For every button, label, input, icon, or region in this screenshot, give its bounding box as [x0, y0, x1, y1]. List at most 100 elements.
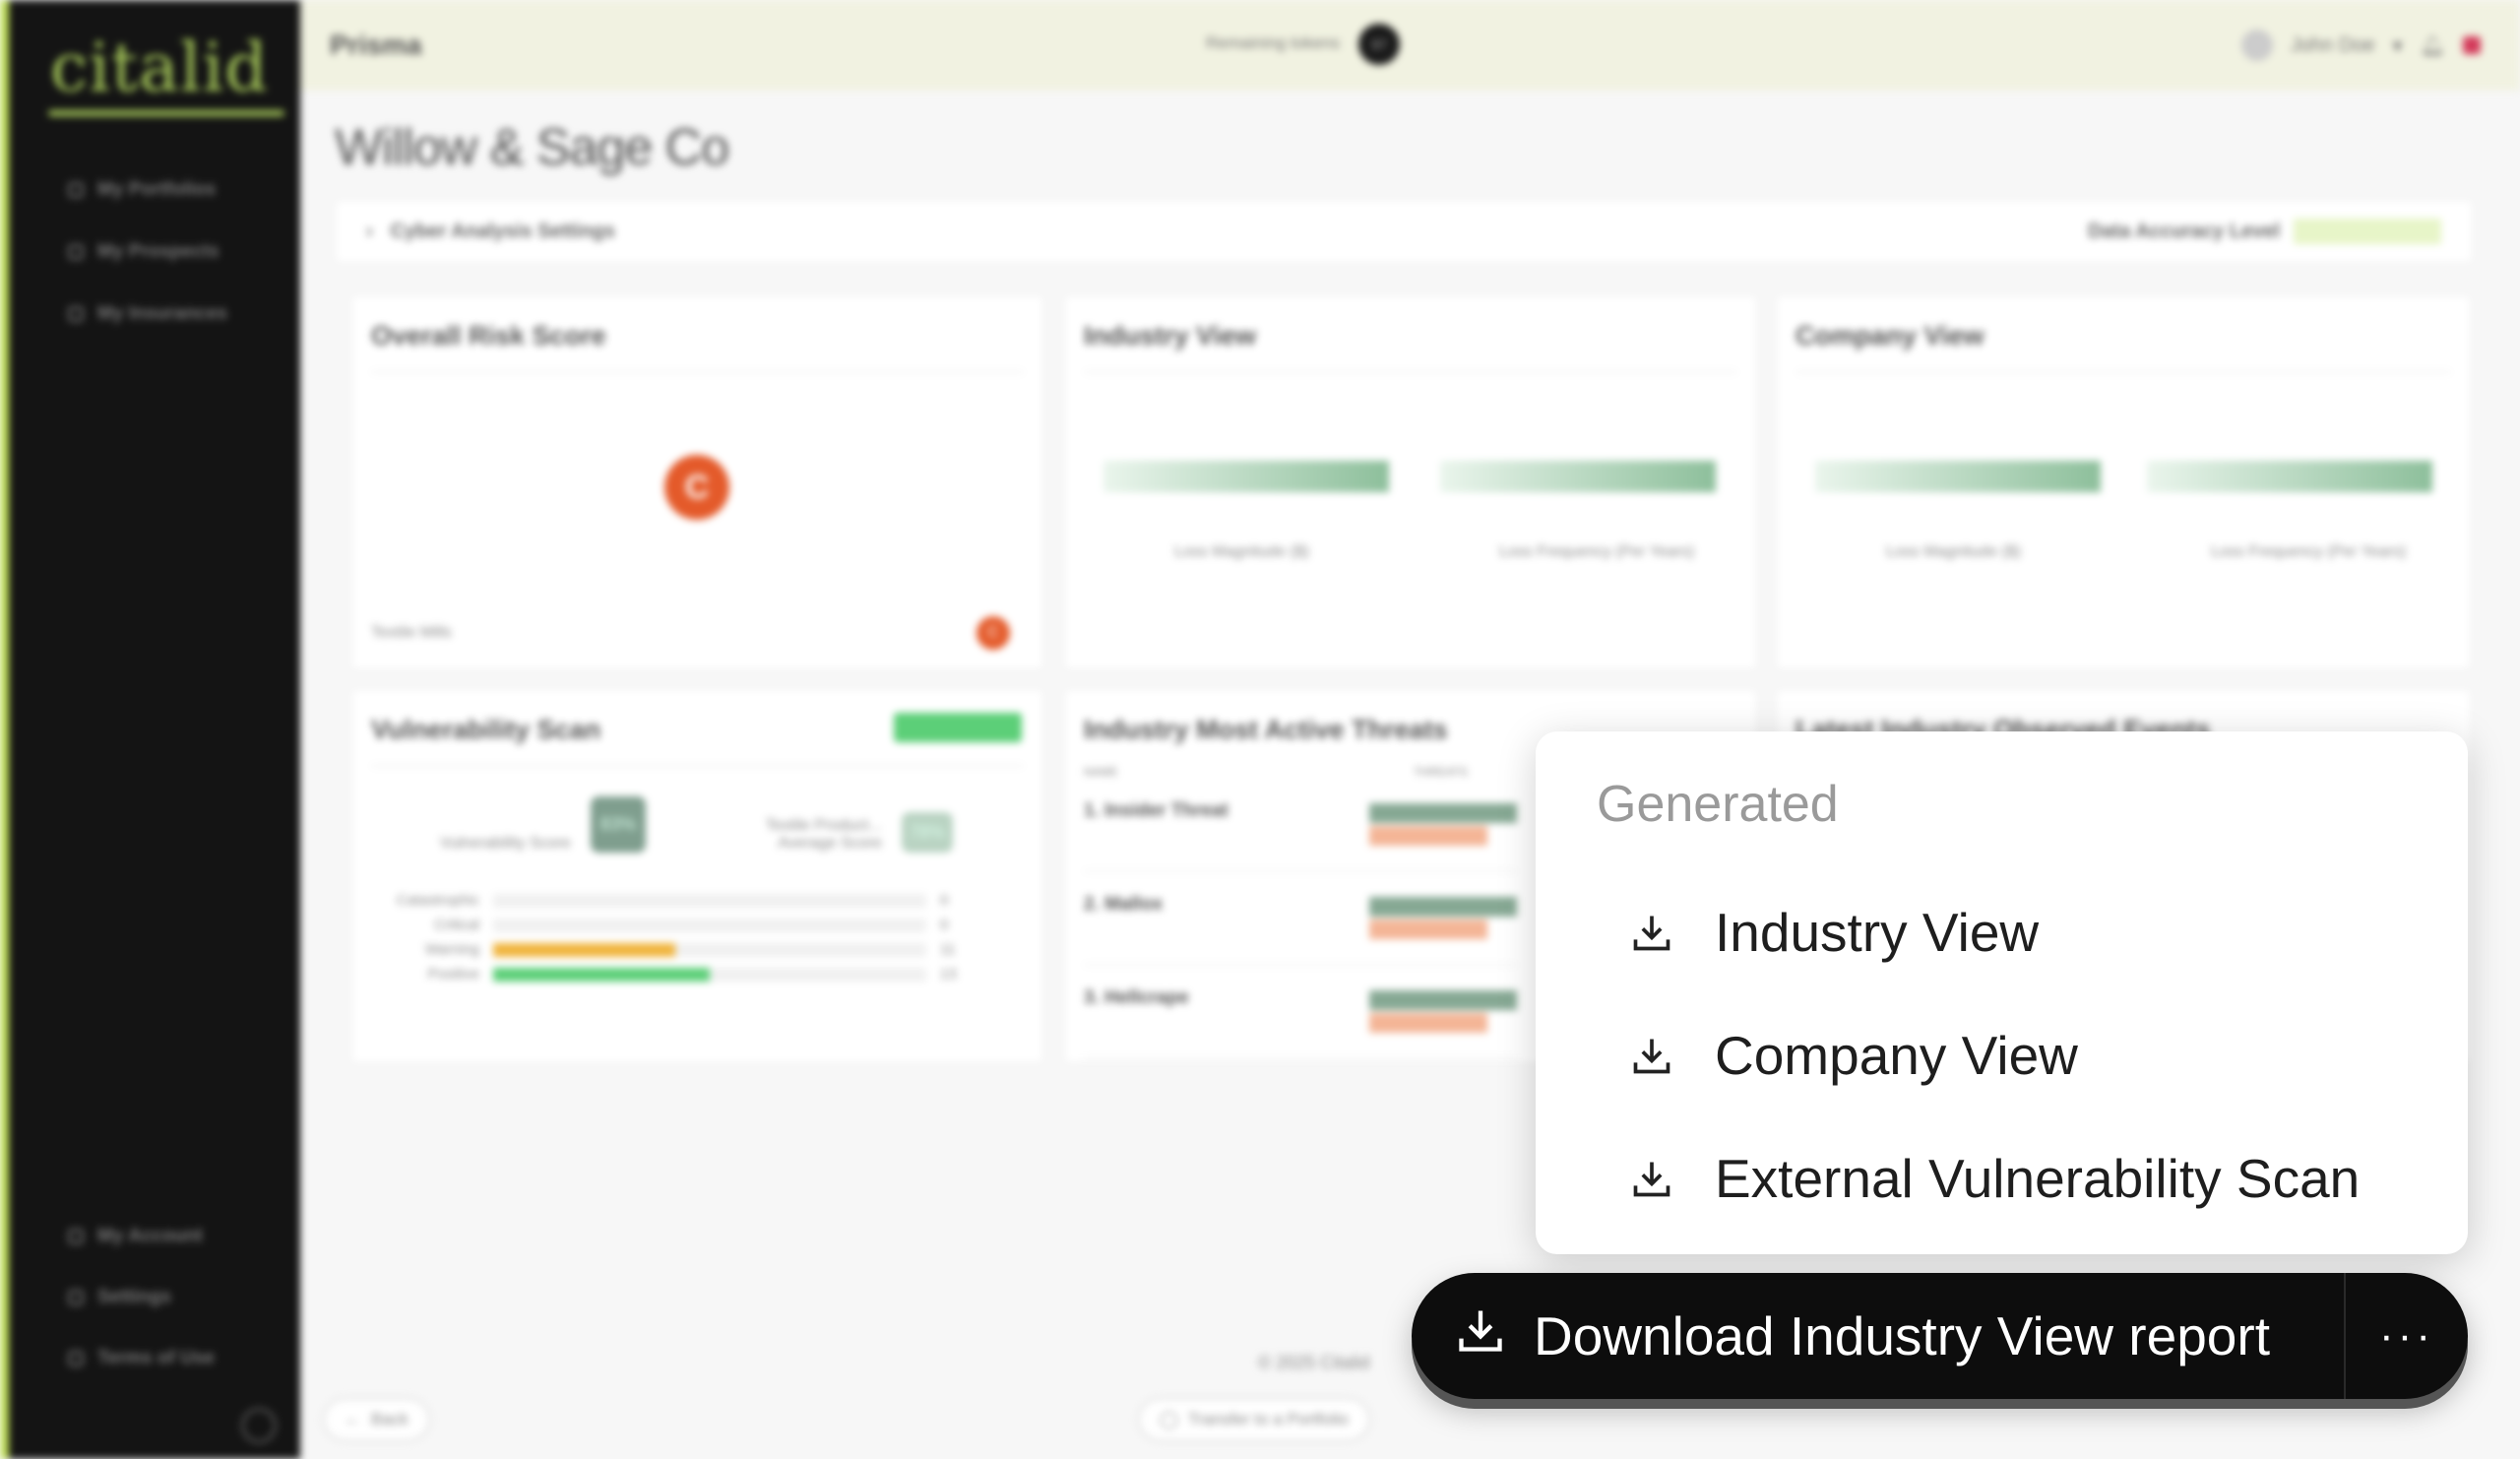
sidebar-item-label: My Prospects: [97, 241, 220, 262]
back-label: Back: [371, 1410, 409, 1428]
citalid-logo: citalid: [50, 30, 269, 107]
report-menu: Generated Industry View Company View Ext…: [1536, 731, 2468, 1254]
download-icon: [1630, 911, 1673, 954]
accuracy-bar: [2294, 219, 2441, 244]
scan-button[interactable]: [894, 713, 1022, 742]
severity-row: Catastrophic 0: [371, 892, 1024, 909]
card-title: Industry View: [1084, 321, 1257, 350]
more-options-button[interactable]: ···: [2346, 1311, 2468, 1361]
threat-name: 3. Hellcrape: [1084, 987, 1189, 1008]
vulnerability-scan-card: Vulnerability Scan Vulnerability Score 8…: [353, 691, 1041, 1061]
download-report-label: Download Industry View report: [1534, 1305, 2270, 1366]
frequency-bar: [2147, 461, 2432, 492]
download-icon: [1630, 1157, 1673, 1200]
severity-label: Critical: [434, 917, 479, 933]
tokens-label: Remaining tokens: [1206, 33, 1341, 52]
user-icon: [68, 1229, 84, 1244]
axis-label: Loss Frequency (Per Years): [1499, 543, 1695, 560]
sidebar: citalid My Portfolios My Prospects My In…: [0, 0, 300, 1459]
company-view-card: Company View Loss Magnitude ($) Loss Fre…: [1778, 297, 2469, 667]
cyber-analysis-settings[interactable]: › Cyber Analysis Settings Data Accuracy …: [337, 202, 2471, 261]
help-icon[interactable]: [241, 1408, 277, 1443]
prospects-icon: [68, 244, 84, 260]
back-button[interactable]: ← Back: [323, 1398, 430, 1441]
copyright: © 2025 Citalid: [1258, 1353, 1370, 1372]
document-icon: [68, 1351, 84, 1366]
axis-label: Loss Magnitude ($): [1174, 543, 1309, 560]
severity-count: 11: [940, 941, 956, 958]
sidebar-item-account[interactable]: My Account: [68, 1226, 203, 1247]
avatar: [2240, 30, 2273, 61]
severity-row: Critical 0: [371, 917, 1024, 933]
severity-count: 0: [940, 917, 949, 933]
magnitude-bar: [1103, 461, 1389, 492]
menu-item-label: External Vulnerability Scan: [1715, 1148, 2361, 1209]
menu-item-vulnerability-scan[interactable]: External Vulnerability Scan: [1630, 1147, 2360, 1210]
sidebar-item-label: My Account: [97, 1226, 203, 1246]
card-title: Overall Risk Score: [371, 321, 606, 350]
average-score: 78%: [901, 812, 953, 853]
download-icon: [1630, 1034, 1673, 1077]
bell-icon[interactable]: 🔔︎: [2421, 33, 2445, 58]
threat-name: 1. Insider Threat: [1084, 800, 1228, 821]
menu-item-industry-view[interactable]: Industry View: [1630, 901, 2039, 964]
sidebar-item-label: My Insurances: [97, 303, 227, 324]
severity-label: Warning: [424, 941, 479, 958]
card-title: Company View: [1796, 321, 1984, 350]
threat-row[interactable]: 2. Mallox: [1084, 872, 1517, 966]
sidebar-item-terms[interactable]: Terms of Use: [68, 1348, 215, 1369]
threat-tags: [1369, 800, 1517, 849]
sidebar-item-label: Terms of Use: [97, 1348, 215, 1368]
threat-tags: [1369, 894, 1517, 942]
menu-header: Generated: [1597, 776, 1839, 833]
sidebar-item-portfolios[interactable]: My Portfolios: [68, 179, 216, 201]
language-flag-icon[interactable]: [2463, 36, 2481, 54]
severity-fill: [493, 967, 710, 982]
industry-label: Textile Mills: [371, 624, 452, 641]
severity-label: Positive: [427, 966, 479, 983]
topbar: Prisma Remaining tokens 97 John Doe ▾ 🔔︎: [300, 0, 2520, 91]
accuracy-label: Data Accuracy Level: [2088, 220, 2280, 242]
severity-list: Catastrophic 0 Critical 0 Warning 11 Positive 1…: [371, 892, 1024, 983]
user-menu[interactable]: John Doe ▾ 🔔︎: [2240, 30, 2481, 61]
severity-track: [493, 918, 926, 932]
menu-item-label: Company View: [1715, 1025, 2078, 1086]
vulnerability-score: 83%: [590, 796, 646, 853]
chevron-right-icon: ›: [366, 220, 373, 242]
transfer-button[interactable]: ◯ Transfer to a Portfolio: [1138, 1398, 1370, 1441]
logo-underline: [48, 110, 284, 116]
menu-item-company-view[interactable]: Company View: [1630, 1024, 2078, 1087]
severity-track: [493, 942, 926, 957]
industry-view-card: Industry View Loss Magnitude ($) Loss Fr…: [1066, 297, 1755, 667]
insurance-icon: [68, 306, 84, 322]
sidebar-item-prospects[interactable]: My Prospects: [68, 241, 220, 263]
score-label: Vulnerability Score: [440, 835, 571, 852]
severity-row: Positive 13: [371, 966, 1024, 983]
severity-label: Catastrophic: [396, 892, 479, 909]
threat-row[interactable]: 1. Insider Threat: [1084, 779, 1517, 872]
magnitude-bar: [1815, 461, 2101, 492]
severity-count: 13: [940, 966, 957, 983]
gear-icon: [68, 1290, 84, 1305]
transfer-icon: ◯: [1160, 1410, 1179, 1428]
severity-fill: [493, 942, 675, 957]
risk-grade: C: [664, 455, 729, 520]
threat-tags: [1369, 987, 1517, 1036]
tokens-badge: 97: [1358, 24, 1400, 65]
small-grade: C: [976, 616, 1010, 650]
sidebar-item-insurances[interactable]: My Insurances: [68, 303, 227, 325]
risk-score-card: Overall Risk Score C Textile Mills C: [353, 297, 1041, 667]
threat-row[interactable]: 3. Hellcrape: [1084, 966, 1517, 1059]
column-header: THREATS: [1413, 765, 1468, 779]
axis-label: Loss Frequency (Per Years): [2211, 543, 2407, 560]
sidebar-item-label: My Portfolios: [97, 179, 217, 200]
average-label: Textile Product... Average Score: [765, 817, 882, 852]
sidebar-item-settings[interactable]: Settings: [68, 1287, 171, 1308]
settings-label: Cyber Analysis Settings: [390, 220, 615, 242]
transfer-label: Transfer to a Portfolio: [1188, 1410, 1349, 1428]
sidebar-item-label: Settings: [97, 1287, 171, 1307]
menu-item-label: Industry View: [1715, 902, 2040, 963]
download-icon: [1455, 1304, 1506, 1368]
severity-track: [493, 893, 926, 908]
download-report-button[interactable]: Download Industry View report: [1412, 1273, 2344, 1399]
